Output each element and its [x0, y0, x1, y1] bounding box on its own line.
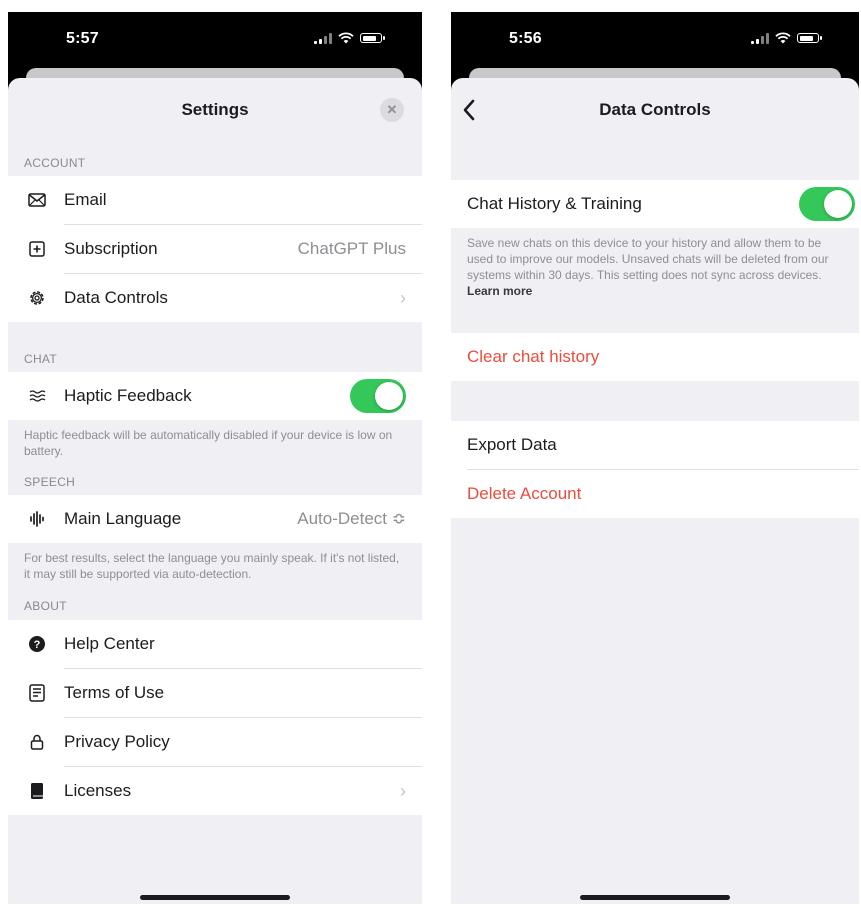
subscription-row[interactable]: Subscription ChatGPT Plus: [8, 225, 422, 273]
delete-account-label: Delete Account: [467, 484, 582, 503]
page-title: Settings: [181, 100, 249, 119]
terms-of-use-row[interactable]: Terms of Use: [8, 669, 422, 717]
status-bar: 5:57: [8, 12, 422, 66]
plus-square-icon: [24, 238, 50, 260]
status-icons: [751, 32, 822, 44]
chat-group: Haptic Feedback: [8, 372, 422, 420]
haptic-feedback-row: Haptic Feedback: [8, 372, 422, 420]
haptic-waves-icon: [24, 385, 50, 407]
chat-history-group: Chat History & Training: [451, 180, 859, 228]
phone-settings-screen: 5:57 Settings ✕ ACCOUNT Email Subscripti…: [8, 12, 422, 904]
chat-history-toggle[interactable]: [799, 187, 855, 221]
status-icons: [314, 32, 385, 44]
svg-text:?: ?: [34, 639, 41, 651]
data-controls-label: Data Controls: [64, 288, 168, 307]
privacy-policy-label: Privacy Policy: [64, 732, 170, 751]
clear-chat-history-label: Clear chat history: [467, 347, 600, 366]
chat-history-label: Chat History & Training: [467, 194, 642, 213]
help-center-row[interactable]: ? Help Center: [8, 620, 422, 668]
help-center-label: Help Center: [64, 634, 155, 653]
export-data-label: Export Data: [467, 435, 557, 454]
status-time: 5:56: [509, 30, 542, 47]
data-controls-row[interactable]: Data Controls ›: [8, 274, 422, 322]
main-language-row[interactable]: Main Language Auto-Detect ≎: [8, 495, 422, 543]
nav-bar: Settings ✕: [8, 78, 422, 142]
phone-data-controls-screen: 5:56 Data Controls Chat History & Traini…: [451, 12, 859, 904]
chevron-right-icon: ›: [400, 780, 406, 801]
clear-chat-history-button[interactable]: Clear chat history: [451, 333, 859, 381]
status-time: 5:57: [66, 30, 99, 47]
email-row[interactable]: Email: [8, 176, 422, 224]
settings-sheet: Settings ✕ ACCOUNT Email Subscription Ch…: [8, 78, 422, 904]
chat-history-footnote: Save new chats on this device to your hi…: [451, 228, 859, 333]
speech-group: Main Language Auto-Detect ≎: [8, 495, 422, 543]
delete-account-button[interactable]: Delete Account: [451, 470, 859, 518]
envelope-icon: [24, 189, 50, 211]
main-language-label: Main Language: [64, 509, 182, 528]
section-header-about: ABOUT: [24, 599, 67, 613]
question-circle-icon: ?: [24, 633, 50, 655]
home-indicator[interactable]: [580, 895, 730, 900]
account-group: Email Subscription ChatGPT Plus Data Con…: [8, 176, 422, 322]
chevron-right-icon: ›: [400, 287, 406, 308]
about-group: ? Help Center Terms of Use Privacy Polic…: [8, 620, 422, 815]
battery-icon: [797, 33, 822, 43]
status-bar: 5:56: [451, 12, 859, 66]
nav-bar: Data Controls: [451, 78, 859, 142]
terms-of-use-label: Terms of Use: [64, 683, 165, 702]
chat-history-row: Chat History & Training: [451, 180, 859, 228]
haptic-feedback-toggle[interactable]: [350, 379, 406, 413]
section-header-speech: SPEECH: [24, 475, 76, 489]
export-data-button[interactable]: Export Data: [451, 421, 859, 469]
wifi-icon: [338, 32, 354, 44]
learn-more-link[interactable]: Learn more: [467, 284, 532, 298]
document-icon: [24, 682, 50, 704]
account-actions-group: Export Data Delete Account: [451, 421, 859, 518]
subscription-value: ChatGPT Plus: [297, 239, 406, 258]
close-icon: ✕: [386, 102, 398, 117]
lock-icon: [24, 731, 50, 753]
haptic-footnote: Haptic feedback will be automatically di…: [24, 428, 393, 458]
close-button[interactable]: ✕: [380, 98, 404, 122]
page-title: Data Controls: [599, 100, 711, 119]
gear-icon: [24, 287, 50, 309]
cellular-signal-icon: [751, 32, 769, 44]
licenses-label: Licenses: [64, 781, 132, 800]
book-icon: [24, 780, 50, 802]
clear-history-group: Clear chat history: [451, 333, 859, 381]
chat-history-footnote-text: Save new chats on this device to your hi…: [467, 236, 829, 282]
data-controls-sheet: Data Controls Chat History & Training Sa…: [451, 78, 859, 904]
subscription-label: Subscription: [64, 239, 158, 258]
email-label: Email: [64, 190, 107, 209]
privacy-policy-row[interactable]: Privacy Policy: [8, 718, 422, 766]
wifi-icon: [775, 32, 791, 44]
battery-icon: [360, 33, 385, 43]
haptic-feedback-label: Haptic Feedback: [64, 386, 192, 405]
language-footnote: For best results, select the language yo…: [24, 551, 400, 581]
section-header-account: ACCOUNT: [24, 156, 86, 170]
home-indicator[interactable]: [140, 895, 290, 900]
licenses-row[interactable]: Licenses ›: [8, 767, 422, 815]
cellular-signal-icon: [314, 32, 332, 44]
waveform-icon: [24, 508, 50, 530]
section-header-chat: CHAT: [24, 352, 57, 366]
main-language-value: Auto-Detect ≎: [297, 509, 406, 528]
